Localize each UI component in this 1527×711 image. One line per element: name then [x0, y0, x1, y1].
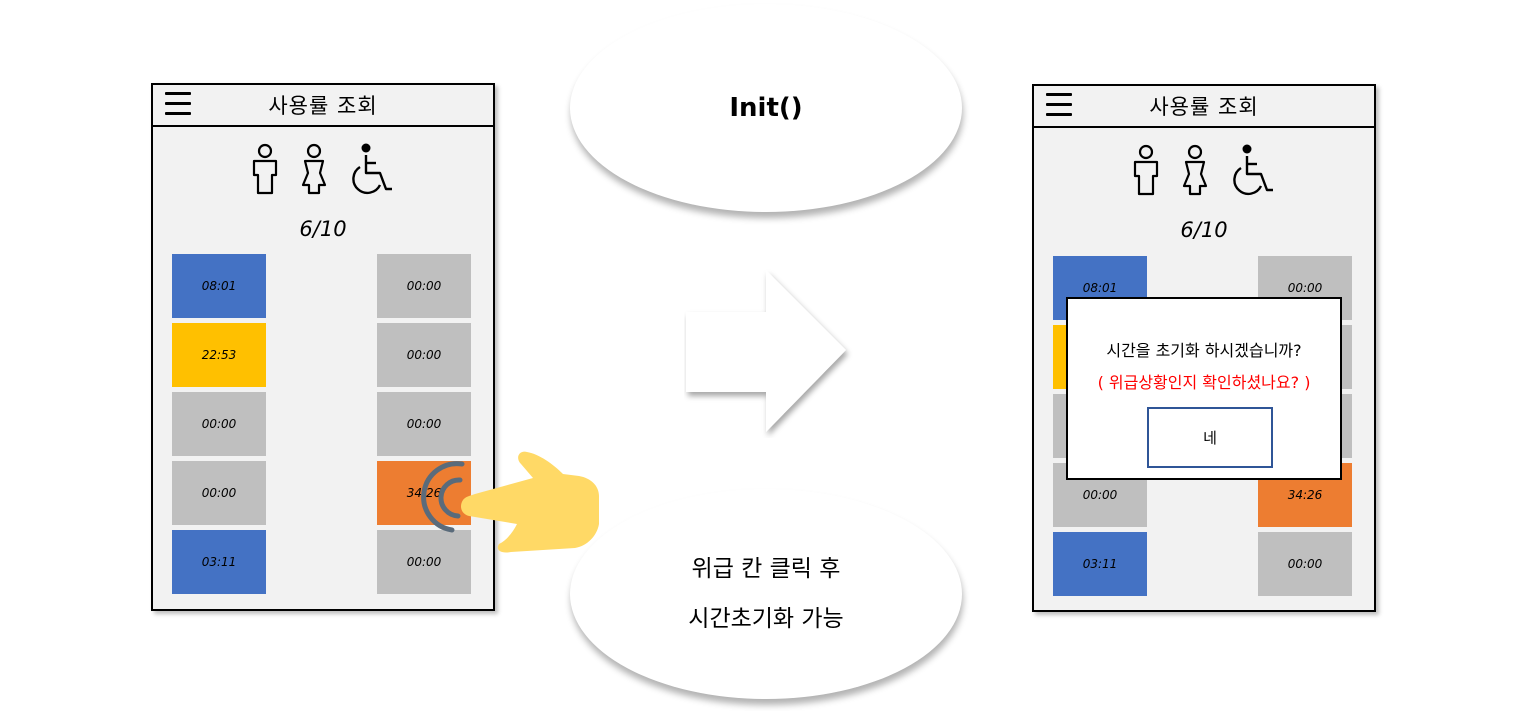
init-function-label: Init(): [729, 93, 803, 123]
stall-timer-text: 00:00: [406, 348, 442, 362]
app-header: 사용률 조회: [153, 85, 493, 127]
stall-timer-cell[interactable]: 00:00: [172, 392, 266, 456]
stall-timer-text: 00:00: [406, 555, 442, 569]
stall-timer-cell[interactable]: 00:00: [377, 392, 471, 456]
reset-confirm-dialog: 시간을 초기화 하시겠습니까? ( 위급상황인지 확인하셨나요? ) 네: [1066, 297, 1342, 480]
stall-timer-cell[interactable]: 00:00: [172, 461, 266, 525]
stall-timer-cell[interactable]: 00:00: [377, 254, 471, 318]
stall-timer-text: 08:01: [201, 279, 237, 293]
stall-timer-text: 08:01: [1082, 281, 1118, 295]
stall-timer-text: 34:26: [1287, 488, 1323, 502]
man-icon[interactable]: [1131, 144, 1161, 196]
restroom-type-icons: [153, 143, 493, 197]
stall-timer-cell[interactable]: 03:11: [172, 530, 266, 594]
right-arrow-icon: [686, 270, 846, 432]
stall-timer-text: 22:53: [201, 348, 237, 362]
stall-timer-text: 03:11: [1082, 557, 1118, 571]
stall-timer-cell[interactable]: 08:01: [172, 254, 266, 318]
wheelchair-icon[interactable]: [1229, 144, 1277, 196]
date-label: 6/10: [1180, 218, 1228, 242]
date-label: 6/10: [299, 217, 347, 241]
page-title: 사용률 조회: [268, 94, 378, 118]
stall-timer-cell[interactable]: 00:00: [1258, 532, 1352, 596]
stall-timer-text: 00:00: [201, 417, 237, 431]
dialog-warning: ( 위급상황인지 확인하셨나요? ): [1097, 373, 1311, 392]
speech-bubble-init: Init(): [570, 4, 962, 212]
man-icon[interactable]: [250, 143, 280, 195]
stall-timer-cell[interactable]: 22:53: [172, 323, 266, 387]
stall-timer-text: 00:00: [406, 417, 442, 431]
instruction-text: 위급 칸 클릭 후 시간초기화 가능: [688, 556, 844, 632]
restroom-type-icons: [1034, 144, 1374, 198]
stall-timer-text: 00:00: [406, 279, 442, 293]
stall-timer-cell[interactable]: 03:11: [1053, 532, 1147, 596]
pointing-hand-icon: [461, 451, 599, 553]
stall-timer-text: 00:00: [1082, 488, 1118, 502]
app-header: 사용률 조회: [1034, 86, 1374, 128]
stall-timer-text: 00:00: [201, 486, 237, 500]
stall-timer-text: 03:11: [201, 555, 237, 569]
wheelchair-icon[interactable]: [348, 143, 396, 195]
page-title: 사용률 조회: [1149, 95, 1259, 119]
stall-timer-cell[interactable]: 00:00: [377, 323, 471, 387]
dialog-question: 시간을 초기화 하시겠습니까?: [1106, 341, 1302, 360]
woman-icon[interactable]: [299, 143, 329, 195]
speech-bubble-instruction: 위급 칸 클릭 후 시간초기화 가능: [570, 489, 962, 699]
stall-timer-text: 00:00: [1287, 557, 1323, 571]
confirm-yes-button[interactable]: 네: [1147, 407, 1273, 468]
woman-icon[interactable]: [1180, 144, 1210, 196]
stall-timer-text: 00:00: [1287, 281, 1323, 295]
